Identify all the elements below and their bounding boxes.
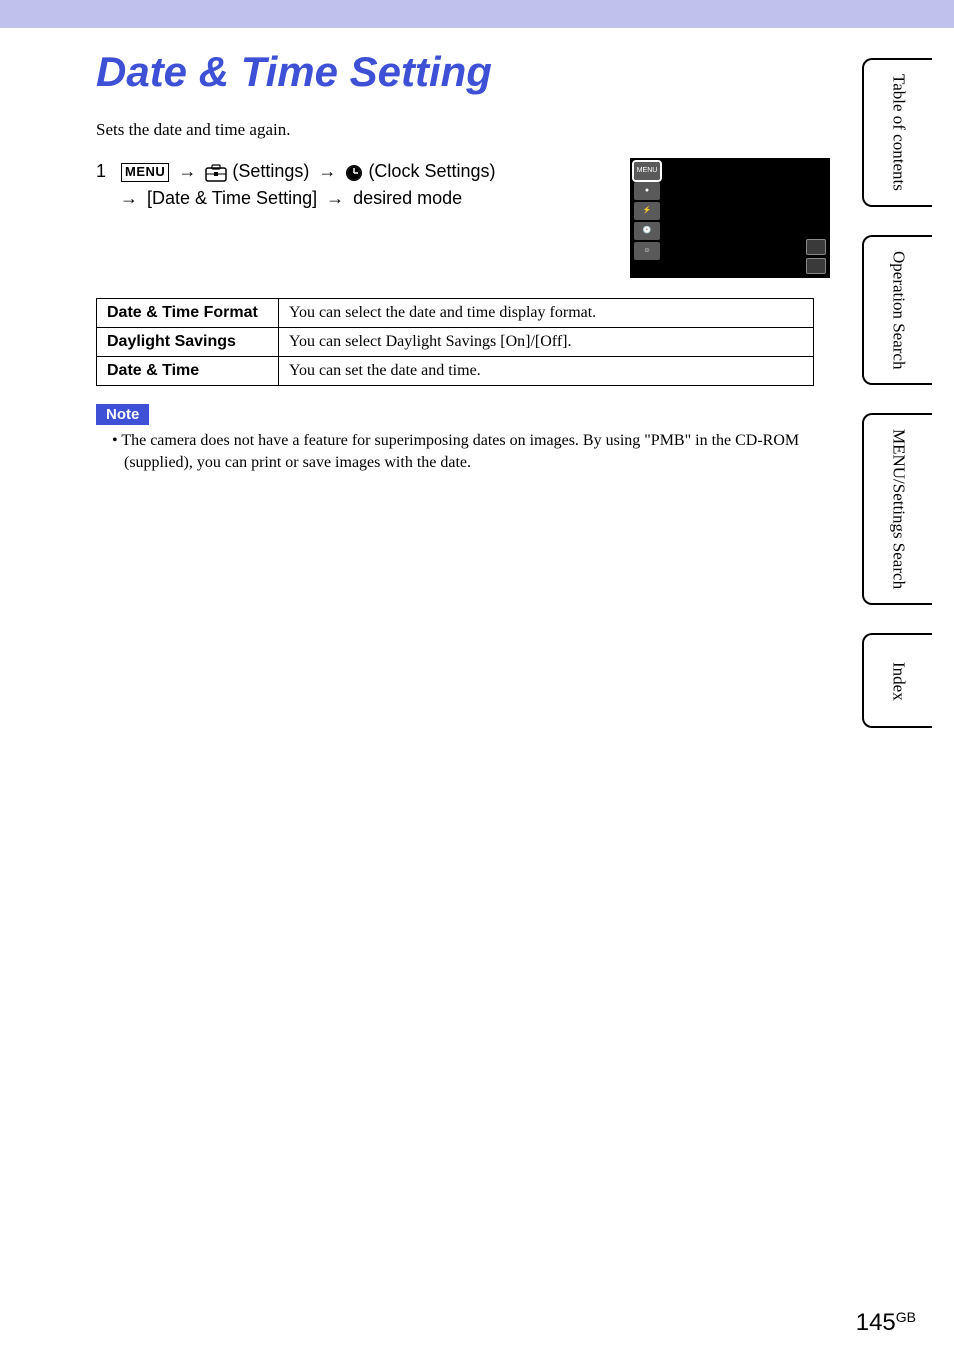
row-label: Date & Time Format: [97, 299, 279, 328]
settings-table: Date & Time Format You can select the da…: [96, 298, 814, 386]
instruction-sequence: 1 MENU → (Settings) →: [96, 158, 600, 212]
note-heading: Note: [96, 404, 149, 425]
arrow-icon: →: [318, 161, 336, 181]
page-content: Date & Time Setting Sets the date and ti…: [0, 28, 830, 475]
lcd-timer-icon: 🕑: [634, 222, 660, 240]
lcd-menu-icon: MENU: [634, 162, 660, 180]
intro-text: Sets the date and time again.: [96, 120, 830, 140]
instruction-row: 1 MENU → (Settings) →: [96, 158, 830, 278]
arrow-icon: →: [326, 188, 344, 208]
step-number: 1: [96, 161, 106, 181]
row-desc: You can select Daylight Savings [On]/[Of…: [279, 328, 814, 357]
arrow-icon: →: [178, 161, 196, 181]
settings-toolbox-icon: [205, 163, 227, 181]
lcd-right-icon-column: [806, 239, 826, 274]
arrow-icon: →: [120, 188, 138, 208]
tab-menu-settings-search[interactable]: MENU/Settings Search: [862, 413, 932, 605]
clock-icon: [345, 163, 363, 181]
side-tabs: Table of contents Operation Search MENU/…: [862, 58, 932, 728]
lcd-preview: MENU ● ⚡ 🕑 ☺: [630, 158, 830, 278]
row-desc: You can set the date and time.: [279, 357, 814, 386]
lcd-smile-icon: ☺: [634, 242, 660, 260]
desired-mode-text: desired mode: [353, 188, 462, 208]
settings-label: (Settings): [232, 161, 309, 181]
tab-operation-search[interactable]: Operation Search: [862, 235, 932, 385]
page-number: 145GB: [856, 1309, 916, 1337]
note-text: • The camera does not have a feature for…: [100, 430, 830, 475]
page-title: Date & Time Setting: [96, 48, 830, 96]
page-number-value: 145: [856, 1309, 896, 1336]
lcd-flash-icon: ⚡: [634, 202, 660, 220]
table-row: Date & Time You can set the date and tim…: [97, 357, 814, 386]
lcd-movie-icon: ●: [634, 182, 660, 200]
lcd-left-icon-column: MENU ● ⚡ 🕑 ☺: [634, 162, 662, 260]
tab-index[interactable]: Index: [862, 633, 932, 728]
row-desc: You can select the date and time display…: [279, 299, 814, 328]
row-label: Date & Time: [97, 357, 279, 386]
table-row: Daylight Savings You can select Daylight…: [97, 328, 814, 357]
clock-settings-label: (Clock Settings): [368, 161, 495, 181]
lcd-play-icon: [806, 258, 826, 274]
tab-table-of-contents[interactable]: Table of contents: [862, 58, 932, 207]
lcd-camera-mode-icon: [806, 239, 826, 255]
page-suffix: GB: [896, 1309, 916, 1325]
menu-icon: MENU: [121, 163, 169, 182]
top-color-bar: [0, 0, 954, 28]
table-row: Date & Time Format You can select the da…: [97, 299, 814, 328]
path-text: [Date & Time Setting]: [147, 188, 317, 208]
row-label: Daylight Savings: [97, 328, 279, 357]
